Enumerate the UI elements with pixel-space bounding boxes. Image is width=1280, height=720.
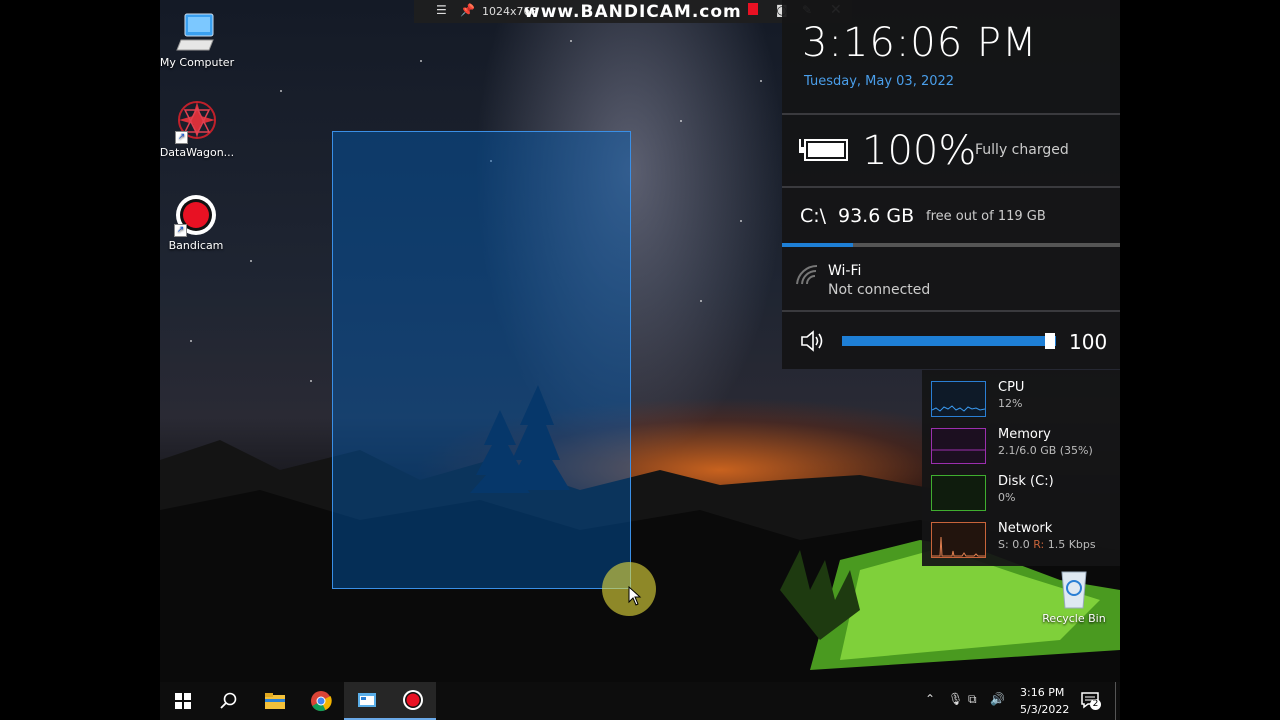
network-graph xyxy=(931,522,986,558)
drive-usage-fill xyxy=(782,243,853,247)
bandicam-taskbar-button[interactable] xyxy=(390,682,436,720)
drive-usage-bar xyxy=(782,243,1120,247)
divider xyxy=(782,186,1120,188)
star xyxy=(740,220,742,222)
star xyxy=(190,340,192,342)
battery-percent: 100% xyxy=(862,128,977,174)
taskbar: ⌃ 🎙 ⧉ 🔊 3:16 PM 5/3/2022 2 xyxy=(160,682,1120,720)
desktop-screen: My Computer ↗ DataWagon... ↗ Bandicam Re… xyxy=(160,0,1120,720)
search-icon xyxy=(220,692,237,709)
wifi-icon xyxy=(795,264,819,290)
datawagon-label: DataWagon... xyxy=(160,146,235,159)
network-sent-label: S: xyxy=(998,538,1009,551)
drive-total-space: free out of 119 GB xyxy=(926,209,1046,224)
bandicam-label: Bandicam xyxy=(168,239,224,252)
network-label: Network xyxy=(998,521,1053,536)
divider xyxy=(782,310,1120,312)
bandicam-watermark: www.BANDICAM.com xyxy=(524,2,742,22)
star xyxy=(760,80,762,82)
app-window-button[interactable] xyxy=(344,682,390,720)
star xyxy=(280,90,282,92)
cpu-value: 12% xyxy=(998,397,1023,410)
volume-slider[interactable] xyxy=(842,336,1056,346)
pin-icon[interactable]: 📌 xyxy=(460,3,475,17)
wifi-status: Not connected xyxy=(828,282,931,298)
disk-value: 0% xyxy=(998,491,1016,504)
battery-status: Fully charged xyxy=(975,142,1069,158)
folder-icon xyxy=(265,693,285,709)
recycle-bin-icon xyxy=(1052,566,1096,610)
clock-time: 3:16:06 PM xyxy=(802,20,1038,66)
network-recv-value: 1.5 Kbps xyxy=(1047,538,1096,551)
speaker-icon[interactable] xyxy=(800,330,826,356)
star xyxy=(570,40,572,42)
volume-tray-icon[interactable]: 🔊 xyxy=(990,692,1005,706)
my-computer-desktop-icon[interactable]: My Computer xyxy=(160,10,237,69)
network-value: S: 0.0 R: 1.5 Kbps xyxy=(998,538,1096,551)
shortcut-arrow-icon: ↗ xyxy=(175,131,188,144)
memory-label: Memory xyxy=(998,427,1051,442)
network-monitor-row: Network S: 0.0 R: 1.5 Kbps xyxy=(931,519,1120,561)
record-indicator-icon xyxy=(748,3,758,15)
start-button[interactable] xyxy=(160,682,206,720)
drive-name: C:\ xyxy=(800,205,827,227)
network-recv-label: R: xyxy=(1033,538,1045,551)
star xyxy=(680,120,682,122)
window-app-icon xyxy=(358,693,376,707)
battery-icon xyxy=(798,135,850,169)
disk-monitor-row: Disk (C:) 0% xyxy=(931,472,1120,514)
resource-monitor-panel: CPU 12% Memory 2.1/6.0 GB (35%) Disk (C:… xyxy=(922,370,1120,566)
datawagon-desktop-icon[interactable]: ↗ DataWagon... xyxy=(160,100,237,159)
bandicam-record-icon xyxy=(403,690,423,710)
notification-count-badge: 2 xyxy=(1090,699,1101,710)
memory-monitor-row: Memory 2.1/6.0 GB (35%) xyxy=(931,425,1120,467)
bandicam-desktop-icon[interactable]: ↗ Bandicam xyxy=(160,193,236,252)
disk-graph xyxy=(931,475,986,511)
volume-value: 100 xyxy=(1069,330,1108,354)
drive-free-space: 93.6 GB xyxy=(838,205,915,227)
volume-slider-fill xyxy=(842,336,1056,346)
disk-label: Disk (C:) xyxy=(998,474,1054,489)
network-icon[interactable]: ⧉ xyxy=(968,692,977,707)
wifi-name: Wi-Fi xyxy=(828,263,862,279)
cpu-graph xyxy=(931,381,986,417)
star xyxy=(250,260,252,262)
menu-icon[interactable]: ☰ xyxy=(436,3,447,17)
computer-icon xyxy=(175,10,219,54)
datawagon-app-icon: ↗ xyxy=(175,100,219,144)
star xyxy=(310,380,312,382)
chrome-icon xyxy=(311,691,332,712)
file-explorer-button[interactable] xyxy=(252,682,298,720)
volume-slider-handle[interactable] xyxy=(1045,333,1055,349)
recycle-bin-desktop-icon[interactable]: Recycle Bin xyxy=(1034,566,1114,625)
my-computer-label: My Computer xyxy=(160,56,235,69)
clock-date: Tuesday, May 03, 2022 xyxy=(804,74,955,89)
taskbar-clock-date[interactable]: 5/3/2022 xyxy=(1020,703,1069,716)
shortcut-arrow-icon: ↗ xyxy=(174,224,187,237)
show-desktop-divider[interactable] xyxy=(1115,682,1116,720)
chrome-button[interactable] xyxy=(298,682,344,720)
divider xyxy=(782,113,1120,115)
star xyxy=(420,60,422,62)
microphone-icon[interactable]: 🎙 xyxy=(948,692,963,706)
system-info-panel: 3:16:06 PM Tuesday, May 03, 2022 100% Fu… xyxy=(782,0,1120,369)
mouse-pointer-icon xyxy=(628,586,642,606)
windows-logo-icon xyxy=(175,693,191,709)
chevron-up-icon[interactable]: ⌃ xyxy=(925,692,935,706)
network-sent-value: 0.0 xyxy=(1012,538,1030,551)
action-center-button[interactable]: 2 xyxy=(1080,690,1101,710)
star xyxy=(700,300,702,302)
cpu-monitor-row: CPU 12% xyxy=(931,378,1120,420)
search-button[interactable] xyxy=(206,682,252,720)
cpu-label: CPU xyxy=(998,380,1025,395)
memory-value: 2.1/6.0 GB (35%) xyxy=(998,444,1093,457)
memory-graph xyxy=(931,428,986,464)
recycle-bin-label: Recycle Bin xyxy=(1042,612,1106,625)
bandicam-record-icon: ↗ xyxy=(174,193,218,237)
desktop-selection-rectangle xyxy=(332,131,631,589)
taskbar-clock-time[interactable]: 3:16 PM xyxy=(1020,686,1064,699)
